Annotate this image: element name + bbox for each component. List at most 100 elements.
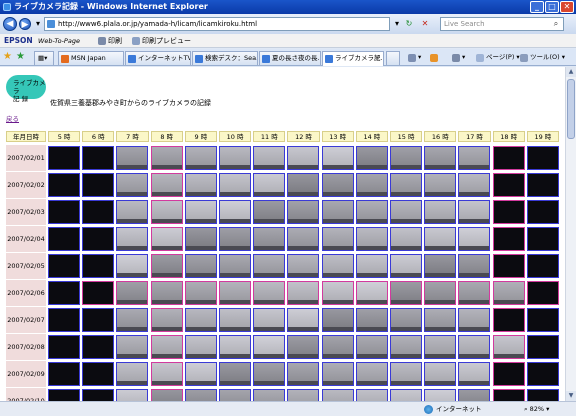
stop-icon[interactable]: ✕ <box>420 18 430 29</box>
search-input[interactable]: Live Search ⌕ <box>440 17 564 31</box>
camera-thumbnail[interactable] <box>355 389 388 401</box>
camera-thumbnail[interactable] <box>287 362 320 386</box>
camera-thumbnail[interactable] <box>458 281 491 305</box>
favorites-star-icon[interactable]: ★ <box>3 51 12 63</box>
camera-thumbnail[interactable] <box>321 227 354 251</box>
camera-thumbnail[interactable] <box>82 146 115 170</box>
tab-close-icon[interactable]: ✕ <box>374 52 380 65</box>
camera-thumbnail[interactable] <box>116 389 149 401</box>
camera-thumbnail[interactable] <box>253 254 286 278</box>
camera-thumbnail[interactable] <box>48 362 80 386</box>
camera-thumbnail[interactable] <box>82 335 115 359</box>
camera-thumbnail[interactable] <box>390 335 422 359</box>
forward-button[interactable]: ▶ <box>19 18 31 30</box>
web-to-page-menu[interactable]: Web-To-Page <box>38 34 80 48</box>
camera-thumbnail[interactable] <box>253 335 286 359</box>
camera-thumbnail[interactable] <box>526 254 559 278</box>
camera-thumbnail[interactable] <box>321 254 354 278</box>
camera-thumbnail[interactable] <box>150 335 183 359</box>
camera-thumbnail[interactable] <box>526 281 559 305</box>
add-favorites-icon[interactable]: ★ <box>16 51 25 63</box>
camera-thumbnail[interactable] <box>287 335 320 359</box>
tab-internet-tv[interactable]: インターネットTV... <box>125 51 191 65</box>
camera-thumbnail[interactable] <box>390 254 422 278</box>
camera-thumbnail[interactable] <box>458 200 491 224</box>
camera-thumbnail[interactable] <box>355 281 388 305</box>
camera-thumbnail[interactable] <box>287 146 320 170</box>
camera-thumbnail[interactable] <box>219 200 251 224</box>
camera-thumbnail[interactable] <box>492 335 525 359</box>
camera-thumbnail[interactable] <box>219 308 251 332</box>
camera-thumbnail[interactable] <box>253 146 286 170</box>
camera-thumbnail[interactable] <box>390 227 422 251</box>
scroll-up-icon[interactable]: ▲ <box>566 67 576 77</box>
camera-thumbnail[interactable] <box>116 335 149 359</box>
camera-thumbnail[interactable] <box>492 281 525 305</box>
camera-thumbnail[interactable] <box>287 227 320 251</box>
camera-thumbnail[interactable] <box>219 335 251 359</box>
camera-thumbnail[interactable] <box>150 173 183 197</box>
camera-thumbnail[interactable] <box>424 227 457 251</box>
camera-thumbnail[interactable] <box>321 146 354 170</box>
camera-thumbnail[interactable] <box>116 200 149 224</box>
zoom-control[interactable]: ⌕ 82% ▾ <box>524 402 549 416</box>
quick-tabs-button[interactable]: ▦▾ <box>34 51 54 65</box>
camera-thumbnail[interactable] <box>48 146 80 170</box>
camera-thumbnail[interactable] <box>390 200 422 224</box>
search-icon[interactable]: ⌕ <box>550 18 562 30</box>
camera-thumbnail[interactable] <box>526 308 559 332</box>
camera-thumbnail[interactable] <box>116 308 149 332</box>
camera-thumbnail[interactable] <box>150 254 183 278</box>
camera-thumbnail[interactable] <box>184 362 217 386</box>
camera-thumbnail[interactable] <box>492 308 525 332</box>
history-dropdown[interactable]: ▾ <box>33 18 43 29</box>
scroll-thumb[interactable] <box>567 79 575 139</box>
camera-thumbnail[interactable] <box>526 389 559 401</box>
url-input[interactable]: http://www6.plala.or.jp/yamada-h/licam/l… <box>44 17 390 31</box>
camera-thumbnail[interactable] <box>219 362 251 386</box>
camera-thumbnail[interactable] <box>116 254 149 278</box>
camera-thumbnail[interactable] <box>355 227 388 251</box>
camera-thumbnail[interactable] <box>355 362 388 386</box>
camera-thumbnail[interactable] <box>424 362 457 386</box>
camera-thumbnail[interactable] <box>390 146 422 170</box>
camera-thumbnail[interactable] <box>458 227 491 251</box>
camera-thumbnail[interactable] <box>82 362 115 386</box>
camera-thumbnail[interactable] <box>321 281 354 305</box>
camera-thumbnail[interactable] <box>321 200 354 224</box>
camera-thumbnail[interactable] <box>253 173 286 197</box>
camera-thumbnail[interactable] <box>287 173 320 197</box>
camera-thumbnail[interactable] <box>287 281 320 305</box>
camera-thumbnail[interactable] <box>219 254 251 278</box>
camera-thumbnail[interactable] <box>219 281 251 305</box>
camera-thumbnail[interactable] <box>492 146 525 170</box>
camera-thumbnail[interactable] <box>355 254 388 278</box>
camera-thumbnail[interactable] <box>321 173 354 197</box>
camera-thumbnail[interactable] <box>492 362 525 386</box>
camera-thumbnail[interactable] <box>253 389 286 401</box>
tools-menu[interactable]: ツール(O) ▾ <box>520 51 565 64</box>
camera-thumbnail[interactable] <box>321 335 354 359</box>
camera-thumbnail[interactable] <box>184 335 217 359</box>
camera-thumbnail[interactable] <box>48 254 80 278</box>
camera-thumbnail[interactable] <box>82 173 115 197</box>
print-button[interactable]: 印刷 <box>98 34 122 48</box>
camera-thumbnail[interactable] <box>150 389 183 401</box>
tab-live-camera[interactable]: ライブカメラ記... ✕ <box>322 51 384 66</box>
camera-thumbnail[interactable] <box>321 362 354 386</box>
back-button[interactable]: ◀ <box>3 17 17 31</box>
camera-thumbnail[interactable] <box>253 227 286 251</box>
camera-thumbnail[interactable] <box>492 173 525 197</box>
camera-thumbnail[interactable] <box>458 362 491 386</box>
camera-thumbnail[interactable] <box>287 200 320 224</box>
camera-thumbnail[interactable] <box>82 227 115 251</box>
camera-thumbnail[interactable] <box>526 362 559 386</box>
camera-thumbnail[interactable] <box>48 281 80 305</box>
camera-thumbnail[interactable] <box>424 389 457 401</box>
camera-thumbnail[interactable] <box>458 389 491 401</box>
camera-thumbnail[interactable] <box>355 173 388 197</box>
camera-thumbnail[interactable] <box>424 146 457 170</box>
vertical-scrollbar[interactable]: ▲ ▼ <box>565 67 576 401</box>
camera-thumbnail[interactable] <box>458 308 491 332</box>
camera-thumbnail[interactable] <box>150 146 183 170</box>
